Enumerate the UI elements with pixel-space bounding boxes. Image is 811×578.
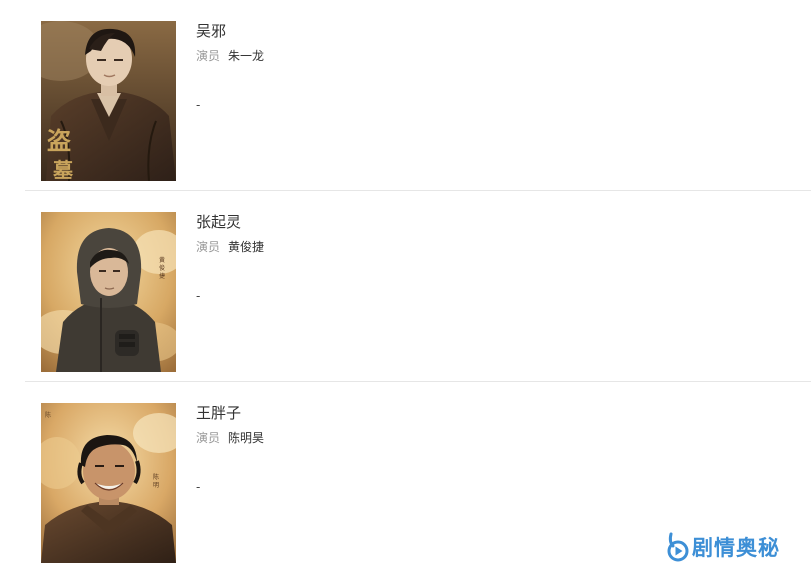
svg-text:捷: 捷 xyxy=(159,272,165,280)
actor-label: 演员 xyxy=(196,431,221,445)
svg-text:黄: 黄 xyxy=(159,256,165,264)
role-description: - xyxy=(196,98,201,112)
character-portrait-hooded: 黄 俊 捷 xyxy=(41,212,176,372)
svg-text:盗: 盗 xyxy=(47,126,71,155)
role-name: 王胖子 xyxy=(196,404,242,422)
actor-line: 演员 朱一龙 xyxy=(196,47,264,65)
watermark-text: 剧情奥秘 xyxy=(692,536,780,560)
actor-name-link[interactable]: 黄俊捷 xyxy=(228,240,264,254)
role-name: 吴邪 xyxy=(196,22,227,40)
character-portrait-brown-coat: 盗 墓 xyxy=(41,21,176,181)
svg-text:俊: 俊 xyxy=(159,264,165,272)
portrait-image[interactable]: 黄 俊 捷 xyxy=(41,212,176,372)
watermark-logo: 剧情奥秘 xyxy=(667,530,780,564)
play-logo-icon xyxy=(667,532,689,562)
cast-item: 黄 俊 捷 张起灵 演员 黄俊捷 - xyxy=(25,191,811,382)
actor-label: 演员 xyxy=(196,240,221,254)
actor-name-link[interactable]: 陈明昊 xyxy=(228,431,264,445)
portrait-image[interactable]: 盗 墓 xyxy=(41,21,176,181)
role-name: 张起灵 xyxy=(196,213,242,231)
svg-text:墓: 墓 xyxy=(52,158,74,181)
actor-label: 演员 xyxy=(196,49,221,63)
actor-line: 演员 黄俊捷 xyxy=(196,238,264,256)
role-description: - xyxy=(196,289,201,303)
actor-line: 演员 陈明昊 xyxy=(196,429,264,447)
cast-item: 盗 墓 吴邪 演员 朱一龙 - xyxy=(25,0,811,191)
cast-list: 盗 墓 吴邪 演员 朱一龙 - 黄 俊 捷 张起灵 演员 黄俊捷 - 陈 陈 明… xyxy=(25,0,811,573)
portrait-image[interactable]: 陈 陈 明 xyxy=(41,403,176,563)
svg-text:明: 明 xyxy=(153,482,159,489)
actor-name-link[interactable]: 朱一龙 xyxy=(228,49,264,63)
role-description: - xyxy=(196,480,201,494)
cast-page: 盗 墓 吴邪 演员 朱一龙 - 黄 俊 捷 张起灵 演员 黄俊捷 - 陈 陈 明… xyxy=(0,0,811,578)
svg-text:陈: 陈 xyxy=(45,411,51,419)
character-portrait-leather-jacket: 陈 陈 明 xyxy=(41,403,176,563)
svg-text:陈: 陈 xyxy=(153,473,159,481)
